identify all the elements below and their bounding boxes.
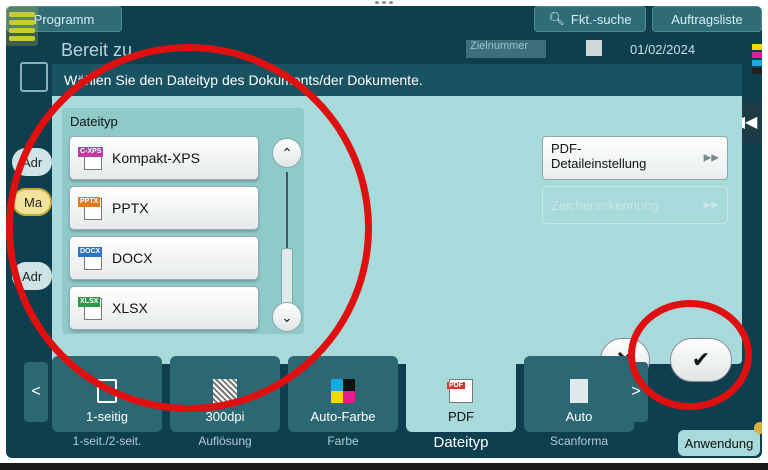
pdf-detail-settings-button[interactable]: PDF- Detaileinstellung ▶▶ bbox=[542, 136, 728, 180]
top-indicator bbox=[370, 1, 398, 5]
double-arrow-right-icon: ▶▶ bbox=[703, 199, 719, 211]
address-book-icon[interactable] bbox=[20, 62, 48, 92]
file-type-label: Kompakt-XPS bbox=[112, 150, 200, 166]
ok-button[interactable]: ✔ bbox=[670, 338, 732, 382]
device-screen: Programm 🔍︎ Fkt.-suche Auftragsliste Ber… bbox=[6, 6, 762, 458]
screen-title: Bereit zu... bbox=[61, 40, 148, 60]
file-type-section-label: Dateityp bbox=[70, 114, 118, 129]
file-type-option-xlsx[interactable]: XLSX XLSX bbox=[69, 286, 259, 330]
chevron-up-icon: ⌃ bbox=[281, 144, 293, 161]
toolbar-item-file-type[interactable]: PDF PDF bbox=[406, 356, 516, 432]
file-type-option-kompakt-xps[interactable]: C-XPS Kompakt-XPS bbox=[69, 136, 259, 180]
address-tab[interactable]: Adr bbox=[12, 148, 52, 176]
file-type-label: XLSX bbox=[112, 300, 148, 316]
job-list-button[interactable]: Auftragsliste bbox=[652, 6, 762, 32]
pdf-detail-label-line2: Detaileinstellung bbox=[551, 156, 647, 171]
ocr-button[interactable]: Zeichenerkennung ▶▶ bbox=[542, 186, 728, 224]
file-type-dialog: Wählen Sie den Dateityp des Dokuments/de… bbox=[52, 64, 742, 382]
manual-tab[interactable]: Ma bbox=[12, 188, 52, 216]
xps-file-icon: C-XPS bbox=[78, 145, 104, 171]
menu-icon[interactable] bbox=[6, 6, 38, 46]
toolbar-next-button[interactable]: > bbox=[624, 362, 648, 422]
ocr-label: Zeichenerkennung bbox=[551, 197, 659, 213]
docx-file-icon: DOCX bbox=[78, 245, 104, 271]
file-type-option-docx[interactable]: DOCX DOCX bbox=[69, 236, 259, 280]
toolbar-item-value: Auto bbox=[565, 409, 593, 424]
checkmark-icon: ✔ bbox=[691, 347, 711, 372]
scroll-up-button[interactable]: ⌃ bbox=[272, 138, 302, 168]
dialog-instruction: Wählen Sie den Dateityp des Dokuments/de… bbox=[52, 64, 742, 96]
toolbar-item-caption: Farbe bbox=[327, 434, 359, 448]
toolbar-item-caption: Dateityp bbox=[433, 434, 489, 451]
toolbar-prev-button[interactable]: < bbox=[24, 362, 48, 422]
toolbar-item-scan-format[interactable]: Auto bbox=[524, 356, 634, 432]
toolbar-item-resolution[interactable]: 300dpi bbox=[170, 356, 280, 432]
target-number-field[interactable]: Zielnummer bbox=[466, 40, 546, 58]
page-size-icon bbox=[570, 379, 588, 403]
toner-level-icon bbox=[752, 44, 762, 76]
toolbar-item-caption: Auflösung bbox=[198, 434, 252, 448]
date-display: 01/02/2024 bbox=[630, 42, 696, 57]
chevron-down-icon: ⌄ bbox=[281, 308, 293, 325]
file-type-label: PPTX bbox=[112, 200, 149, 216]
function-search-label: Fkt.-suche bbox=[570, 11, 632, 27]
resolution-icon bbox=[213, 379, 237, 403]
pptx-file-icon: PPTX bbox=[78, 195, 104, 221]
scrollbar-thumb[interactable] bbox=[281, 248, 293, 310]
search-icon: 🔍︎ bbox=[548, 11, 565, 26]
pdf-file-icon: PDF bbox=[447, 379, 473, 403]
notification-dot bbox=[754, 422, 762, 434]
file-type-panel: Dateityp C-XPS Kompakt-XPS PPTX PPTX DOC bbox=[62, 108, 304, 334]
bottom-bezel bbox=[0, 463, 768, 470]
toolbar-item-value: 300dpi bbox=[205, 409, 245, 424]
duplex-icon bbox=[97, 379, 117, 403]
color-mode-icon bbox=[331, 379, 355, 403]
toolbar-item-value: 1-seitig bbox=[86, 409, 128, 424]
file-type-option-pptx[interactable]: PPTX PPTX bbox=[69, 186, 259, 230]
toolbar-item-value: Auto-Farbe bbox=[310, 409, 376, 424]
pdf-detail-label-line1: PDF- bbox=[551, 141, 582, 156]
application-button[interactable]: Anwendung bbox=[678, 430, 760, 456]
function-search-button[interactable]: 🔍︎ Fkt.-suche bbox=[534, 6, 646, 32]
toolbar-item-color[interactable]: Auto-Farbe bbox=[288, 356, 398, 432]
double-arrow-right-icon: ▶▶ bbox=[703, 152, 719, 164]
xlsx-file-icon: XLSX bbox=[78, 295, 104, 321]
toolbar-item-sides[interactable]: 1-seitig bbox=[52, 356, 162, 432]
address-tab-2[interactable]: Adr bbox=[12, 262, 52, 290]
toolbar-item-caption: 1-seit./2-seit. bbox=[72, 434, 142, 448]
keypad-icon[interactable] bbox=[586, 40, 602, 56]
scroll-down-button[interactable]: ⌄ bbox=[272, 302, 302, 332]
file-type-label: DOCX bbox=[112, 250, 153, 266]
toolbar-item-caption: Scanforma bbox=[549, 434, 609, 448]
toolbar-item-value: PDF bbox=[448, 409, 474, 424]
